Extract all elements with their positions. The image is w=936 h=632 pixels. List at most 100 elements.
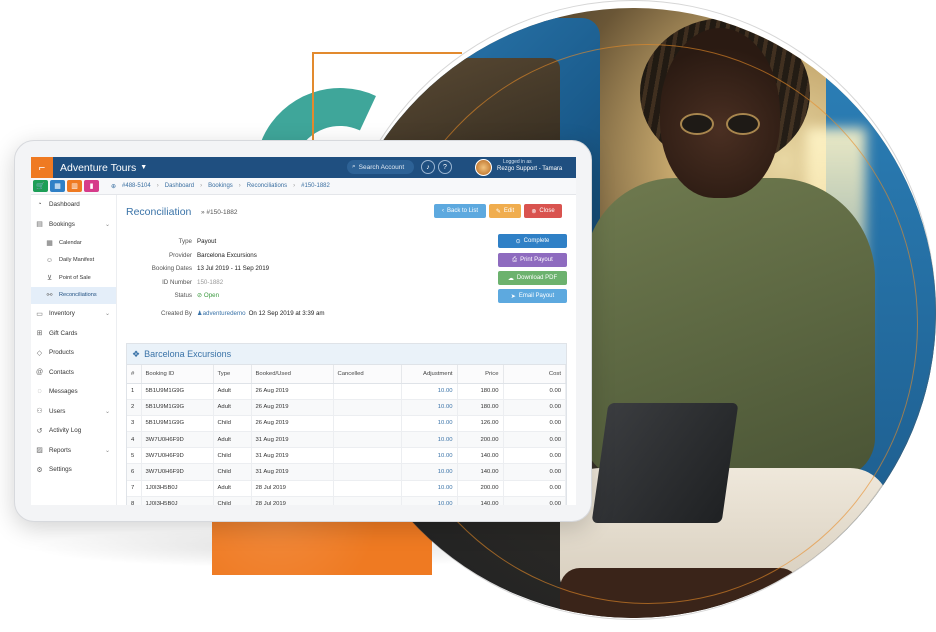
- sidebar-item-label: Products: [49, 349, 74, 357]
- quick-toolbar: 🛒 ▦ ▥ ▮ ⊕ #488-5104 › Dashboard › Bookin…: [31, 178, 576, 195]
- sidebar-item-label: Calendar: [59, 239, 82, 246]
- bookings-icon: ▤: [36, 221, 43, 229]
- col-header-type: Type: [213, 365, 252, 384]
- provider-value: Barcelona Excursions: [197, 251, 257, 259]
- cart-icon: ⊻: [46, 274, 53, 282]
- main-content: Reconciliation » #150-1882 ‹ Back to List…: [123, 195, 573, 505]
- chart-icon[interactable]: ▮: [84, 180, 99, 192]
- sidebar-item-label: Reconciliations: [59, 292, 97, 299]
- help-icon[interactable]: ?: [438, 160, 452, 174]
- sidebar-item-reconciliations[interactable]: ⚯ Reconciliations: [31, 286, 116, 304]
- account-name[interactable]: Rezgo Support - Tamara: [497, 166, 562, 172]
- created-by-user[interactable]: adventuredemo: [203, 310, 246, 317]
- id-number-label: ID Number: [162, 278, 192, 286]
- sidebar-item-point-of-sale[interactable]: ⊻ Point of Sale: [31, 269, 116, 287]
- sidebar-item-daily-manifest[interactable]: ☺ Daily Manifest: [31, 252, 116, 270]
- breadcrumb-current[interactable]: #150-1882: [301, 183, 330, 189]
- sidebar-item-reports[interactable]: ▨ Reports ⌄: [31, 441, 116, 461]
- booking-dates-label: Booking Dates: [151, 265, 192, 273]
- bookings-table: # Booking ID Type Booked/Used Cancelled …: [127, 365, 566, 505]
- table-row[interactable]: 1 5B1U9M1G9G Adult 26 Aug 2019 10.00 180.00 0.…: [127, 383, 566, 400]
- provider-panel: ❖ Barcelona Excursions # Booking ID Type…: [126, 343, 567, 505]
- table-row[interactable]: 7 1J0I3H5B0J Adult 28 Jul 2019 10.00 200.00 0.…: [127, 480, 566, 497]
- close-button[interactable]: ⊗ Close: [524, 204, 562, 218]
- building-icon[interactable]: ▥: [67, 180, 82, 192]
- search-account-button[interactable]: ⌕ Search Account: [347, 160, 414, 174]
- sidebar-item-bookings[interactable]: ▤ Bookings ⌄: [31, 215, 116, 235]
- sidebar-item-activity-log[interactable]: ↺ Activity Log: [31, 421, 116, 441]
- edit-button[interactable]: ✎ Edit: [489, 204, 521, 218]
- sidebar-item-inventory[interactable]: ▭ Inventory ⌄: [31, 304, 116, 324]
- search-icon: ⌕: [352, 163, 356, 170]
- id-number-value: 150-1882: [197, 278, 224, 286]
- breadcrumb-dashboard[interactable]: Dashboard: [165, 183, 194, 189]
- breadcrumb-account[interactable]: #488-5104: [122, 183, 151, 189]
- status-badge: ⊘ Open: [197, 292, 220, 300]
- caret-down-icon[interactable]: ▼: [140, 164, 147, 171]
- sidebar-item-label: Bookings: [49, 220, 75, 228]
- chevron-left-icon: ‹: [441, 208, 444, 214]
- cart-icon[interactable]: 🛒: [33, 180, 48, 192]
- sidebar-item-dashboard[interactable]: ◔ Dashboard: [31, 195, 116, 215]
- sidebar-item-products[interactable]: ◇ Products: [31, 343, 116, 363]
- orange-decor-line: [312, 52, 314, 142]
- breadcrumb: ⊕ #488-5104 › Dashboard › Bookings › Rec…: [111, 183, 330, 190]
- calendar-icon[interactable]: ▦: [50, 180, 65, 192]
- history-icon: ↺: [36, 427, 43, 435]
- table-row[interactable]: 6 3W7U0H6F9D Child 31 Aug 2019 10.00 140.00 0.…: [127, 463, 566, 481]
- table-row[interactable]: 5 3W7U0H6F9D Child 31 Aug 2019 10.00 140.00 0.…: [127, 447, 566, 465]
- complete-button[interactable]: ⊙ Complete: [498, 234, 567, 248]
- email-payout-button[interactable]: ➤ Email Payout: [498, 289, 567, 303]
- check-circle-icon: ⊙: [515, 238, 521, 245]
- bell-icon[interactable]: ♪: [421, 160, 435, 174]
- at-icon: @: [35, 368, 44, 376]
- type-label: Type: [178, 238, 192, 246]
- sidebar: ◔ Dashboard ▤ Bookings ⌄ ▦ Calendar ☺ Daily M…: [31, 195, 117, 505]
- gauge-icon: ◔: [37, 201, 42, 209]
- col-header-price: Price: [457, 365, 504, 384]
- gear-icon: ⚙: [36, 466, 43, 474]
- logo-icon[interactable]: ⌐: [31, 157, 53, 178]
- panel-header: ❖ Barcelona Excursions: [127, 344, 566, 365]
- sidebar-item-label: Inventory: [49, 310, 75, 318]
- sidebar-item-label: Reports: [49, 446, 72, 454]
- calendar-icon: ▦: [46, 239, 53, 247]
- panel-title: Barcelona Excursions: [144, 349, 232, 359]
- table-row[interactable]: 3 5B1U9M1G9G Child 26 Aug 2019 10.00 126.00 0.…: [127, 415, 566, 433]
- download-pdf-button[interactable]: ☁ Download PDF: [498, 271, 567, 285]
- sidebar-item-label: Settings: [49, 466, 72, 474]
- cloud-download-icon: ☁: [507, 275, 514, 282]
- inventory-icon: ▭: [36, 310, 43, 318]
- sidebar-item-contacts[interactable]: @ Contacts: [31, 363, 116, 383]
- table-row[interactable]: 8 1J0I3H5B0J Child 28 Jul 2019 10.00 140.00 0.…: [127, 496, 566, 505]
- chat-icon: ◌: [37, 388, 42, 396]
- avatar[interactable]: [475, 159, 492, 176]
- breadcrumb-reconciliations[interactable]: Reconciliations: [247, 183, 287, 189]
- brand-name[interactable]: Adventure Tours: [60, 162, 136, 174]
- sidebar-item-label: Contacts: [49, 368, 74, 376]
- tablet-frame: ⌐ Adventure Tours ▼ ⌕ Search Account ♪ ?…: [14, 140, 592, 522]
- tag-icon: ◇: [36, 349, 43, 357]
- app-screen: ⌐ Adventure Tours ▼ ⌕ Search Account ♪ ?…: [31, 157, 576, 505]
- table-row[interactable]: 4 3W7U0H6F9D Adult 31 Aug 2019 10.00 200.00 0.…: [127, 431, 566, 449]
- sidebar-item-calendar[interactable]: ▦ Calendar: [31, 234, 116, 252]
- table-row[interactable]: 2 5B1U9M1G9G Adult 26 Aug 2019 10.00 180.00 0.…: [127, 399, 566, 416]
- chevron-down-icon: ⌄: [104, 408, 110, 415]
- sidebar-item-label: Activity Log: [49, 427, 82, 435]
- sidebar-item-messages[interactable]: ◌ Messages: [31, 382, 116, 402]
- sidebar-item-users[interactable]: ⚇ Users ⌄: [31, 402, 116, 422]
- sidebar-item-gift-cards[interactable]: ⊞ Gift Cards: [31, 324, 116, 344]
- breadcrumb-bookings[interactable]: Bookings: [208, 183, 233, 189]
- gift-icon: ⊞: [36, 330, 43, 338]
- cubes-icon: ❖: [132, 348, 141, 359]
- sidebar-item-label: Daily Manifest: [59, 257, 95, 264]
- printer-icon: ⎙: [512, 256, 518, 263]
- sidebar-item-settings[interactable]: ⚙ Settings: [31, 460, 116, 480]
- logged-in-label: Logged in as: [503, 159, 532, 165]
- close-circle-icon: ⊗: [531, 208, 537, 215]
- print-payout-button[interactable]: ⎙ Print Payout: [498, 253, 567, 267]
- back-to-list-button[interactable]: ‹ Back to List: [434, 204, 486, 218]
- sidebar-item-label: Users: [49, 407, 66, 415]
- status-label: Status: [174, 292, 192, 300]
- col-header-booking-id: Booking ID: [141, 365, 214, 384]
